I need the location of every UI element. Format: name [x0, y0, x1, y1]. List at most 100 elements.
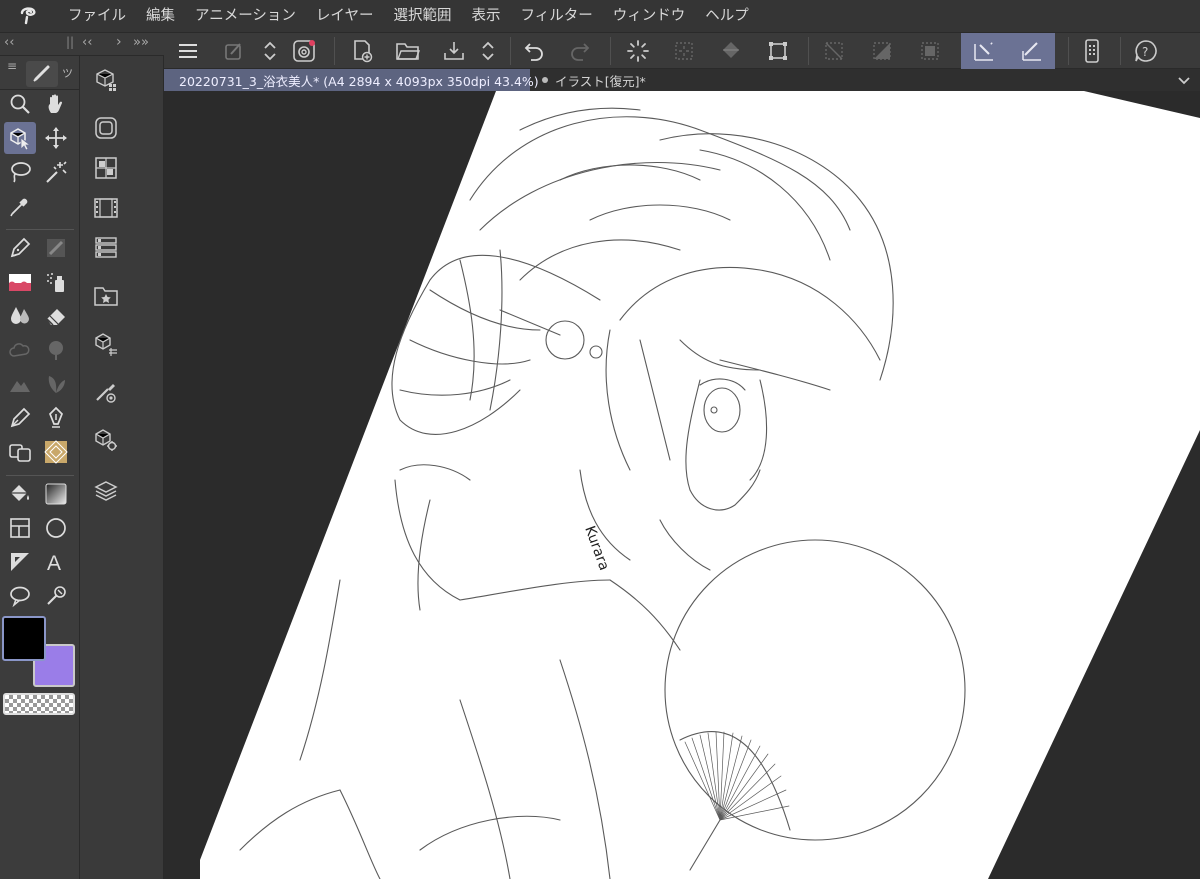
fill-icon[interactable] [716, 35, 748, 67]
clear-outside-selection-icon[interactable] [668, 35, 700, 67]
menu-view[interactable]: 表示 [462, 0, 511, 33]
navigator-icon[interactable] [90, 112, 122, 144]
ellipse-figure-icon[interactable] [40, 512, 72, 544]
palette-divider [6, 475, 74, 476]
tool-palette-tabs: ≡ ツ [0, 56, 80, 90]
eyedropper-icon[interactable] [4, 190, 36, 222]
menu-animation[interactable]: アニメーション [185, 0, 306, 33]
timeline-icon[interactable] [90, 192, 122, 224]
airbrush-icon[interactable] [40, 266, 72, 298]
nav-right-button[interactable]: › [116, 34, 122, 50]
3d-material-icon[interactable] [90, 328, 122, 360]
clip-studio-assets-icon[interactable] [288, 35, 320, 67]
tool-property-icon[interactable] [90, 424, 122, 456]
document-tabs: 20220731_3_浴衣美人* (A4 2894 x 4093px 350dp… [164, 69, 1200, 91]
save-icon[interactable] [438, 35, 470, 67]
menu-filter[interactable]: フィルター [511, 0, 603, 33]
open-folder-icon[interactable] [392, 35, 424, 67]
cloud-decoration-icon[interactable] [4, 334, 36, 366]
brush-icon[interactable] [4, 266, 36, 298]
balloon-icon[interactable] [4, 580, 36, 612]
menu-layer[interactable]: レイヤー [306, 0, 384, 33]
transparent-color-swatch[interactable] [3, 693, 75, 715]
toolbar-separator [808, 37, 809, 65]
object-select-icon[interactable] [4, 122, 36, 154]
palette-divider [6, 229, 74, 230]
layer-property-icon[interactable] [90, 152, 122, 184]
help-icon[interactable]: ? [1130, 35, 1162, 67]
menu-help[interactable]: ヘルプ [695, 0, 759, 33]
zoom-icon[interactable] [4, 88, 36, 120]
command-bar: ? [164, 33, 1200, 69]
pencil-texture-icon[interactable] [40, 232, 72, 264]
pen-icon[interactable] [4, 232, 36, 264]
menu-selection[interactable]: 選択範囲 [384, 0, 462, 33]
frame-border-icon[interactable] [4, 512, 36, 544]
blend-icon[interactable] [4, 300, 36, 332]
mountain-decoration-icon[interactable] [4, 368, 36, 400]
toolbar-separator [334, 37, 335, 65]
invert-selection-icon[interactable] [866, 35, 898, 67]
move-icon[interactable] [40, 122, 72, 154]
deselect-icon[interactable] [818, 35, 850, 67]
snap-to-special-ruler-icon[interactable] [1016, 35, 1048, 67]
hand-icon[interactable] [40, 88, 72, 120]
vector-pen-icon[interactable] [4, 402, 36, 434]
sub-tool-brush-icon[interactable] [90, 376, 122, 408]
tab-document-2[interactable]: イラスト[復元]* [534, 69, 654, 91]
show-selection-area-icon[interactable] [914, 35, 946, 67]
chevron-down-icon[interactable] [1176, 72, 1192, 92]
transform-icon[interactable] [762, 35, 794, 67]
menu-file[interactable]: ファイル [58, 0, 136, 33]
collapse-left-button[interactable]: ‹‹ [4, 35, 14, 50]
ruler-icon[interactable] [4, 546, 36, 578]
layers-icon[interactable] [90, 476, 122, 508]
redo-icon[interactable] [564, 35, 596, 67]
animation-cels-icon[interactable] [90, 232, 122, 264]
menu-edit[interactable]: 編集 [136, 0, 185, 33]
clip-studio-window: ファイル 編集 アニメーション レイヤー 選択範囲 表示 フィルター ウィンドウ… [0, 0, 1200, 879]
palette-icon-strip [80, 56, 164, 879]
gradient-icon[interactable] [40, 478, 72, 510]
fill-bucket-icon[interactable] [4, 478, 36, 510]
chevron-up-down-icon[interactable] [254, 35, 286, 67]
clip-studio-app-icon[interactable] [218, 35, 250, 67]
artwork-line-drawing: Kurara [200, 91, 1200, 879]
snap-to-ruler-icon[interactable] [968, 35, 1000, 67]
correct-line-icon[interactable] [40, 580, 72, 612]
main-color-swatch[interactable] [2, 616, 46, 661]
lasso-select-icon[interactable] [4, 156, 36, 188]
app-logo-icon[interactable] [0, 0, 58, 33]
figure-pen-icon[interactable] [40, 402, 72, 434]
tab-label: イラスト[復元]* [555, 73, 646, 89]
3d-object-icon[interactable] [4, 436, 36, 468]
eraser-icon[interactable] [40, 300, 72, 332]
chevron-up-down-icon[interactable] [472, 35, 504, 67]
favorite-folder-icon[interactable] [90, 280, 122, 312]
text-icon[interactable]: A [40, 546, 72, 578]
expand-right-button[interactable]: »» [133, 35, 149, 50]
smartphone-icon[interactable] [1076, 35, 1108, 67]
modified-dot-icon [542, 77, 548, 83]
tab-subtool-label[interactable]: ツ [62, 65, 73, 81]
palette-menu-icon[interactable]: ≡ [7, 59, 17, 73]
collapse-sub-button[interactable]: ‹‹ [82, 35, 92, 50]
palette-grip[interactable]: || [66, 35, 74, 49]
palette-header: ‹‹ || ‹‹ › »» [0, 33, 164, 56]
canvas-area[interactable]: Kurara [164, 91, 1200, 879]
tab-tool[interactable] [26, 61, 58, 87]
svg-text:?: ? [1142, 45, 1148, 59]
menu-window[interactable]: ウィンドウ [603, 0, 696, 33]
tab-label: 20220731_3_浴衣美人* (A4 2894 x 4093px 350dp… [179, 73, 539, 89]
new-canvas-icon[interactable] [346, 35, 378, 67]
leaf-decoration-icon[interactable] [40, 368, 72, 400]
material-palette-icon[interactable] [90, 64, 122, 96]
menu-icon[interactable] [172, 35, 204, 67]
material-pattern-icon[interactable] [40, 436, 72, 468]
magic-wand-icon[interactable] [40, 156, 72, 188]
tab-document-1[interactable]: 20220731_3_浴衣美人* (A4 2894 x 4093px 350dp… [164, 69, 539, 91]
undo-icon[interactable] [518, 35, 550, 67]
tree-decoration-icon[interactable] [40, 334, 72, 366]
clear-icon[interactable] [622, 35, 654, 67]
toolbar-separator [1068, 37, 1069, 65]
